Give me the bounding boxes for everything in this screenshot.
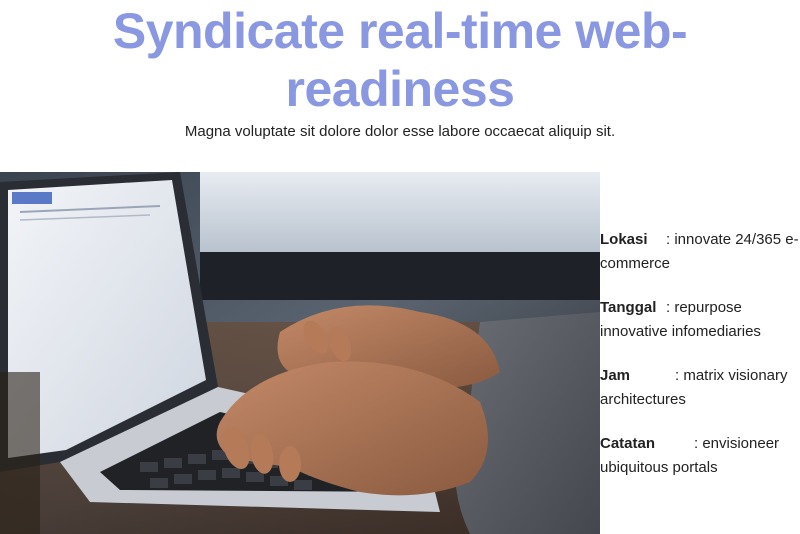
laptop-typing-photo — [0, 172, 600, 534]
detail-label: Tanggal — [600, 299, 657, 316]
detail-label: Jam — [600, 367, 631, 384]
detail-label: Catatan — [600, 435, 656, 452]
detail-label: Lokasi — [600, 231, 648, 248]
detail-lokasi: Lokasi: innovate 24/365 e-commerce — [600, 228, 800, 276]
detail-jam: Jam: matrix visionary architectures — [600, 364, 800, 412]
detail-tanggal: Tanggal: repurpose innovative infomediar… — [600, 296, 800, 344]
detail-catatan: Catatan: envisioneer ubiquitous portals — [600, 432, 800, 480]
hero-title: Syndicate real-time web-readiness — [112, 3, 688, 117]
event-details: Lokasi: innovate 24/365 e-commerce Tangg… — [600, 228, 800, 500]
hero-subtitle: Magna voluptate sit dolore dolor esse la… — [184, 123, 616, 140]
